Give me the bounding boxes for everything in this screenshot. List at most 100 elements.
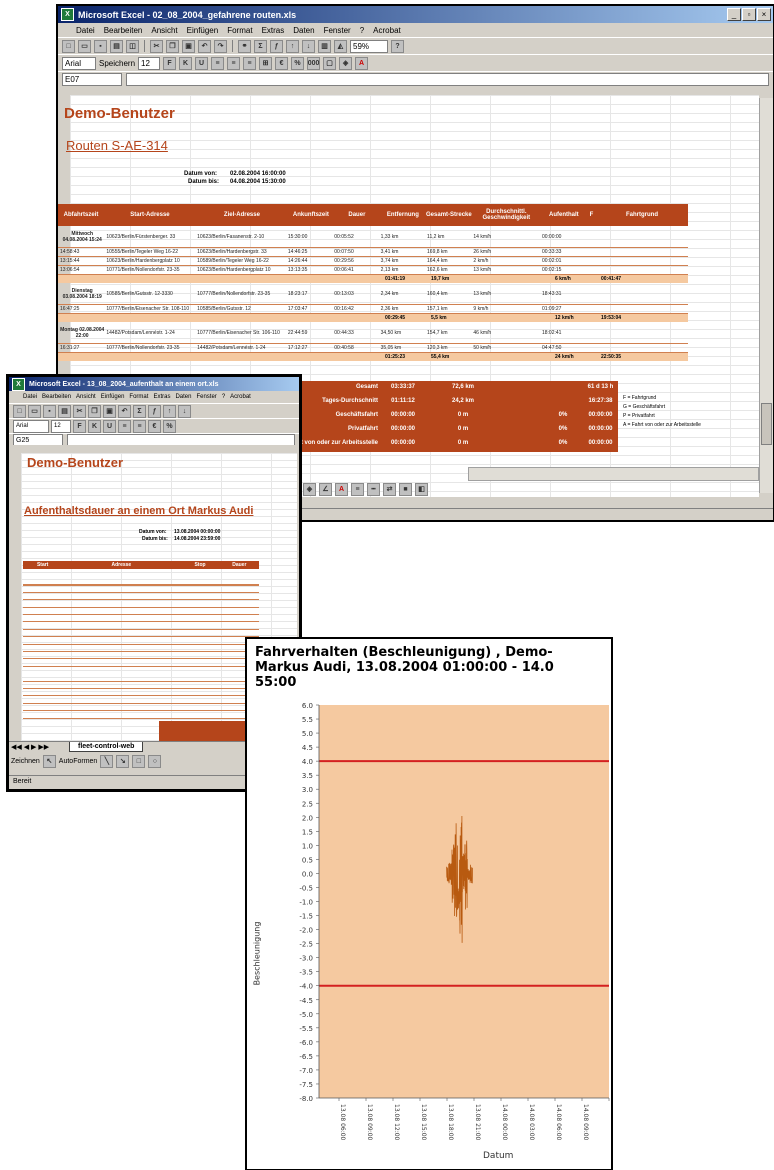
undo-icon[interactable]: ↶ [198,39,211,53]
align-left-icon[interactable]: ≡ [118,419,131,433]
paste-icon[interactable]: ▣ [182,39,195,53]
copy-icon[interactable]: ❐ [88,404,101,418]
menu-datei[interactable]: Datei [76,26,95,35]
preview-icon[interactable]: ◫ [126,39,139,53]
table-row[interactable] [23,623,259,630]
table-row[interactable] [23,645,259,652]
font-size-select[interactable]: 12 [138,56,161,70]
percent-icon[interactable]: % [163,419,176,433]
font-name-select[interactable]: Arial [62,56,96,70]
new-file-icon[interactable]: □ [62,39,75,53]
thousands-icon[interactable]: 000 [307,56,321,70]
shadow-icon[interactable]: ■ [399,482,412,496]
align-center-icon[interactable]: ≡ [227,56,241,70]
function-icon[interactable]: ƒ [270,39,283,53]
name-box[interactable]: E07 [62,72,122,86]
menu-help[interactable]: ? [360,26,364,35]
table-row[interactable]: Montag 02.08.2004 22:00 14482/Potsdam/Len… [58,323,688,344]
table-row[interactable] [23,601,259,608]
sheet-tab[interactable]: fleet-control-web [69,742,144,752]
fill-color-icon[interactable]: ◈ [339,56,353,70]
open-file-icon[interactable]: ▭ [28,404,41,418]
restore-icon[interactable]: ▫ [742,8,756,21]
menu-daten[interactable]: Daten [175,394,191,400]
table-row[interactable] [23,630,259,638]
bold-icon[interactable]: F [73,419,86,433]
euro-icon[interactable]: € [148,419,161,433]
menu-datei[interactable]: Datei [23,394,37,400]
select-pointer-icon[interactable]: ↖ [42,754,56,768]
table-row[interactable] [23,593,259,601]
drawing-menu[interactable]: Zeichnen [11,758,40,765]
table-row[interactable] [23,578,259,586]
dash-style-icon[interactable]: ┅ [367,482,380,496]
menu-einfuegen[interactable]: Einfügen [187,26,219,35]
close-icon[interactable]: × [757,8,771,21]
print-icon[interactable]: ▤ [110,39,123,53]
font-size-select[interactable]: 12 [51,419,71,433]
menu-format[interactable]: Format [227,26,252,35]
table-row[interactable]: 16:47:25 10777/Berlin/Eisenacher Str. 108… [58,305,688,314]
table-row[interactable] [23,675,259,682]
underline-icon[interactable]: U [195,56,209,70]
horizontal-scrollbar[interactable] [468,467,759,481]
font-color-icon[interactable]: A [355,56,369,70]
euro-icon[interactable]: € [275,56,289,70]
menu-help[interactable]: ? [222,394,225,400]
align-center-icon[interactable]: ≡ [133,419,146,433]
font-name-select[interactable]: Arial [13,419,49,433]
line-icon[interactable]: ╲ [100,754,114,768]
table-row[interactable] [23,638,259,645]
autosum-icon[interactable]: Σ [254,39,267,53]
menu-einfuegen[interactable]: Einfügen [101,394,125,400]
table-row[interactable] [23,652,259,660]
table-row[interactable]: 13:06:54 10771/Berlin/Nollendorfstr. 23-3… [58,266,688,275]
font-color-icon[interactable]: A [335,482,348,496]
arrow-style-icon[interactable]: ⇄ [383,482,396,496]
menu-acrobat[interactable]: Acrobat [230,394,251,400]
new-file-icon[interactable]: □ [13,404,26,418]
border-icon[interactable]: ▢ [323,56,337,70]
table-row[interactable] [23,660,259,667]
sort-desc-icon[interactable]: ↓ [178,404,191,418]
menu-format[interactable]: Format [129,394,148,400]
formula-input[interactable] [126,72,769,86]
rectangle-icon[interactable]: □ [132,754,146,768]
open-file-icon[interactable]: ▭ [78,39,91,53]
table-row[interactable]: 16:31:27 10777/Berlin/Nollendorfstr. 23-3… [58,344,688,353]
menu-extras[interactable]: Extras [262,26,285,35]
menu-ansicht[interactable]: Ansicht [76,394,96,400]
redo-icon[interactable]: ↷ [214,39,227,53]
menu-bearbeiten[interactable]: Bearbeiten [42,394,71,400]
function-icon[interactable]: ƒ [148,404,161,418]
table-row[interactable] [23,682,259,689]
table-row[interactable] [23,615,259,623]
align-left-icon[interactable]: ≡ [211,56,225,70]
tab-nav-icon[interactable]: ◀◀ ◀ ▶ ▶▶ [11,743,49,751]
arrow-icon[interactable]: ↘ [116,754,130,768]
menu-extras[interactable]: Extras [153,394,170,400]
copy-icon[interactable]: ❐ [166,39,179,53]
table-row[interactable]: Mittwoch 04.08.2004 15:24 10623/Berlin/Fü… [58,227,688,248]
hyperlink-icon[interactable]: ⚭ [238,39,251,53]
table-row[interactable] [23,712,259,719]
bold-icon[interactable]: F [163,56,177,70]
route-title[interactable]: Routen S-AE-314 [66,138,168,153]
sort-asc-icon[interactable]: ↑ [286,39,299,53]
drawing-icon[interactable]: ◭ [334,39,347,53]
sort-desc-icon[interactable]: ↓ [302,39,315,53]
chart-wizard-icon[interactable]: ▥ [318,39,331,53]
table-row[interactable] [23,689,259,697]
table-row[interactable] [23,586,259,593]
table-row[interactable]: Dienstag 03.08.2004 18:19 10585/Berlin/Gu… [58,284,688,305]
menu-fenster[interactable]: Fenster [324,26,351,35]
line-color-icon[interactable]: ∠ [319,482,332,496]
scroll-thumb[interactable] [761,403,772,445]
menu-bearbeiten[interactable]: Bearbeiten [104,26,143,35]
autosum-icon[interactable]: Σ [133,404,146,418]
menu-daten[interactable]: Daten [293,26,314,35]
table-row[interactable] [23,704,259,712]
undo-icon[interactable]: ↶ [118,404,131,418]
save-icon[interactable]: ▪ [43,404,56,418]
autoforms-menu[interactable]: AutoFormen [59,758,98,765]
